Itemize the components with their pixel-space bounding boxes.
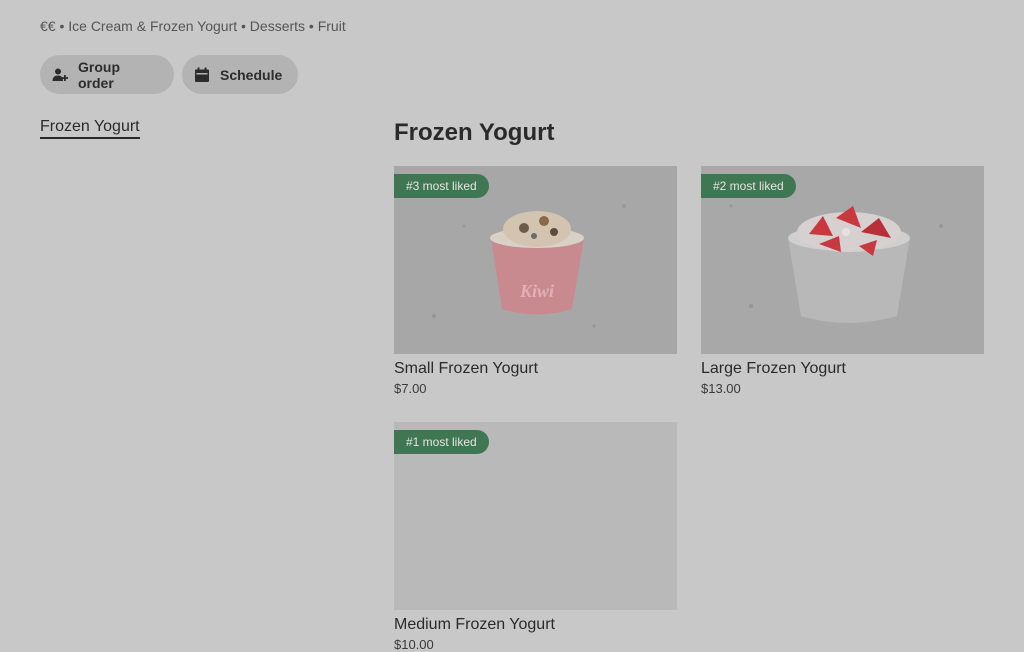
product-price: $7.00 <box>394 381 427 396</box>
add-person-icon <box>52 67 68 83</box>
product-name: Medium Frozen Yogurt <box>394 616 555 633</box>
product-price: $10.00 <box>394 637 434 652</box>
most-liked-badge: #1 most liked <box>394 430 489 454</box>
product-card-small-frozen-yogurt[interactable]: Kiwi #3 most liked Small Frozen Yogurt $… <box>394 166 677 396</box>
calendar-icon <box>194 67 210 83</box>
product-price: $13.00 <box>701 381 741 396</box>
schedule-label: Schedule <box>220 66 283 83</box>
product-image: Kiwi #3 most liked <box>394 166 677 354</box>
category-nav-frozen-yogurt[interactable]: Frozen Yogurt <box>40 118 140 139</box>
most-liked-badge: #3 most liked <box>394 174 489 198</box>
product-name: Large Frozen Yogurt <box>701 360 846 377</box>
svg-text:Kiwi: Kiwi <box>519 281 554 301</box>
group-order-label: Group order <box>78 58 120 91</box>
store-meta: €€ • Ice Cream & Frozen Yogurt • Dessert… <box>40 18 346 34</box>
product-image: #2 most liked <box>701 166 984 354</box>
schedule-button[interactable]: Schedule <box>182 55 298 94</box>
group-order-button[interactable]: Group order <box>40 55 174 94</box>
section-title: Frozen Yogurt <box>394 119 555 146</box>
product-card-large-frozen-yogurt[interactable]: #2 most liked Large Frozen Yogurt $13.00 <box>701 166 984 396</box>
product-name: Small Frozen Yogurt <box>394 360 539 377</box>
product-card-medium-frozen-yogurt[interactable]: #1 most liked Medium Frozen Yogurt $10.0… <box>394 422 677 652</box>
product-image-placeholder: #1 most liked <box>394 422 677 610</box>
most-liked-badge: #2 most liked <box>701 174 796 198</box>
